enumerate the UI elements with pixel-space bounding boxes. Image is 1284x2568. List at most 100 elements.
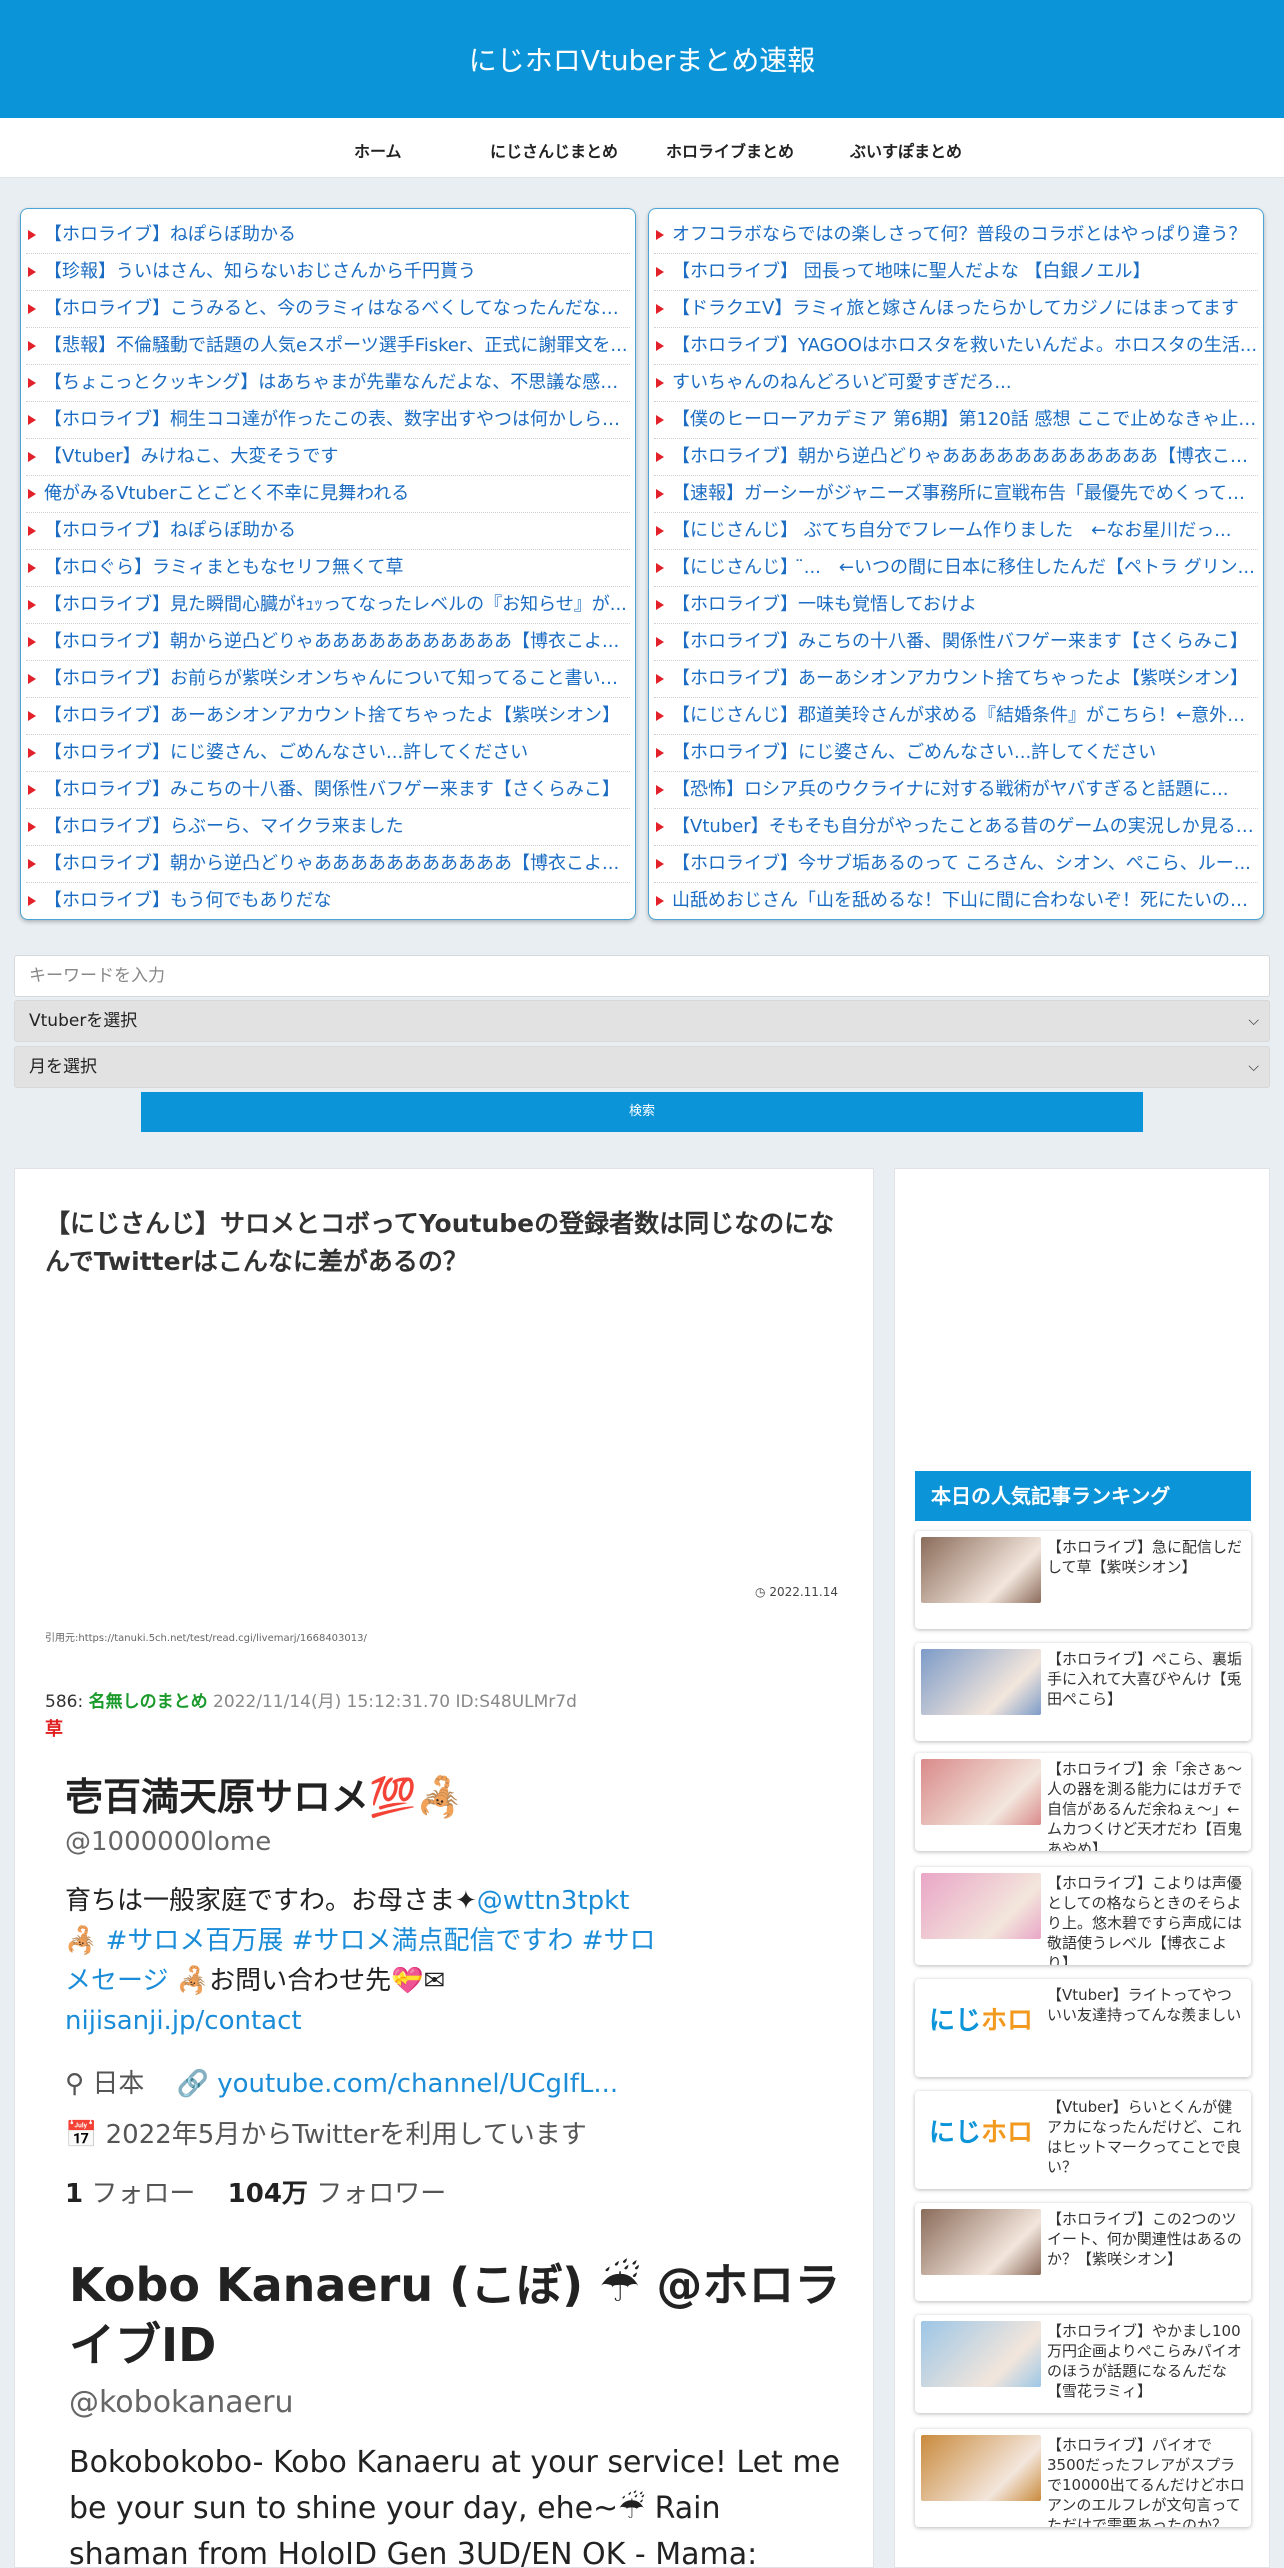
antenna-link[interactable]: 【ホロライブ】ねぽらぼ助かる [26,217,630,254]
bio-link-contact[interactable]: nijisanji.jp/contact [65,2006,302,2036]
antenna-link[interactable]: 【ホロライブ】みこちの十八番、関係性バフゲー来ます【さくらみこ】 [654,624,1258,661]
antenna-link[interactable]: 【恐怖】ロシア兵のウクライナに対する戦術がヤバすぎると話題に... [654,772,1258,809]
antenna-link[interactable]: 山舐めおじさん「山を舐めるな！下山に間に合わないぞ！死にたいのか... [654,883,1258,919]
clock-icon: ◷ [755,1585,766,1599]
month-select[interactable]: 月を選択 ⌵ [14,1046,1270,1088]
antenna-link[interactable]: 【ホロライブ】みこちの十八番、関係性バフゲー来ます【さくらみこ】 [26,772,630,809]
ranking-thumbnail [921,2435,1041,2501]
ranking-item[interactable]: 【ホロライブ】こよりは声優としての格ならときのそらより上。悠木碧ですら声成には敬… [915,1867,1251,1965]
profile-joined-row: 📅 2022年5月からTwitterを利用しています [65,2114,845,2151]
ranking-thumbnail [921,2209,1041,2275]
ranking-item[interactable]: 【ホロライブ】急に配信しだして草【紫咲シオン】 [915,1531,1251,1629]
nav-nijisanji[interactable]: にじさんじまとめ [490,138,618,162]
site-title[interactable]: にじホロVtuberまとめ速報 [469,39,815,79]
chevron-down-icon: ⌵ [1248,1059,1259,1075]
post-number: 586: [45,1692,84,1712]
antenna-link[interactable]: 【ホロぐら】ラミィまともなセリフ無くて草 [26,550,630,587]
antenna-link[interactable]: 【ホロライブ】にじ婆さん、ごめんなさい...許してください [26,735,630,772]
ranking-item[interactable]: 【ホロライブ】やかまし100万円企画よりぺこらみパイオのほうが話題になるんだな【… [915,2315,1251,2413]
nav-bar: ホーム にじさんじまとめ ホロライブまとめ ぶいすぽまとめ [0,118,1284,178]
antenna-link[interactable]: 【速報】ガーシーがジャニーズ事務所に宣戦布告「最優先でめくってい... [654,476,1258,513]
antenna-link[interactable]: 【ホロライブ】一味も覚悟しておけよ [654,587,1258,624]
antenna-link[interactable]: 【ホロライブ】YAGOOはホロスタを救いたいんだよ。ホロスタの生活... [654,328,1258,365]
antenna-link[interactable]: 【ホロライブ】あーあシオンアカウント捨てちゃったよ【紫咲シオン】 [654,661,1258,698]
logo-part-holo: ホロ [981,2005,1034,2036]
antenna-box-left: 【ホロライブ】ねぽらぼ助かる 【珍報】ういはさん、知らないおじさんから千円貰う 【ホ… [20,208,636,920]
profile-bio: 育ちは一般家庭ですわ。お母さま✦@wttn3tpkt 🦂 #サロメ百万展 #サロ… [65,1881,665,2041]
ranking-item[interactable]: にじ ホロ 【Vtuber】らいとくんが健アカになったんだけど、これはヒットマークっ… [915,2091,1251,2189]
antenna-link[interactable]: 【ホロライブ】朝から逆凸どりゃあああああああああああ【博衣こよ... [26,846,630,883]
ranking-item-title: 【ホロライブ】急に配信しだして草【紫咲シオン】 [1047,1538,1243,1576]
antenna-link[interactable]: すいちゃんのねんどろいど可愛すぎだろ... [654,365,1258,402]
antenna-link[interactable]: 【ホロライブ】こうみると、今のラミィはなるべくしてなったんだなぁ... [26,291,630,328]
nav-home[interactable]: ホーム [354,138,402,162]
antenna-link[interactable]: 【にじさんじ】郡道美玲さんが求める『結婚条件』がこちら！←意外に... [654,698,1258,735]
ranking-item[interactable]: 【ホロライブ】余「余さぁ～ 人の器を測る能力にはガチで自信があるんだ余ねぇ～」←… [915,1753,1251,1851]
antenna-link[interactable]: 【にじさんじ】 ̈... ←いつの間に日本に移住したんだ【ペトラ グリン... [654,550,1258,587]
antenna-link[interactable]: 【ドラクエV】ラミィ旅と嫁さんほったらかしてカジノにはまってます [654,291,1258,328]
post-name: 名無しのまとめ [88,1692,208,1712]
bio-text-3: 🦂お問い合わせ先💝✉ [168,1966,446,1996]
antenna-link[interactable]: 【ホロライブ】にじ婆さん、ごめんなさい...許してください [654,735,1258,772]
ranking-item[interactable]: にじ ホロ 【Vtuber】ライトってやつ いい友達持ってんな羨ましい [915,1979,1251,2077]
antenna-link[interactable]: 【ホロライブ】桐生ココ達が作ったこの表、数字出すやつは何かしら振... [26,402,630,439]
profile-joined: 2022年5月からTwitterを利用しています [105,2120,587,2150]
ranking-thumbnail [921,1537,1041,1603]
ranking-item-title: 【ホロライブ】パイオで3500だったフレアがスプラで10000出てるんだけどホロ… [1047,2436,1245,2527]
antenna-link[interactable]: 【ホロライブ】もう何でもありだな [26,883,630,919]
search-button[interactable]: 検索 [141,1092,1143,1132]
antenna-link[interactable]: 俺がみるVtuberことごとく不幸に見舞われる [26,476,630,513]
antenna-link[interactable]: 【珍報】ういはさん、知らないおじさんから千円貰う [26,254,630,291]
antenna-link[interactable]: 【僕のヒーローアカデミア 第6期】第120話 感想 ここで止めなきゃ止ま... [654,402,1258,439]
antenna-link[interactable]: 【にじさんじ】 ぶてち自分でフレーム作りました ←なお星川だっ... [654,513,1258,550]
following-label[interactable]: フォロー [91,2179,195,2209]
ranking-title: 本日の人気記事ランキング [915,1471,1251,1521]
profile-counts: 1 フォロー 104万 フォロワー [65,2173,845,2210]
vtuber-select[interactable]: Vtuberを選択 ⌵ [14,1000,1270,1042]
antenna-link[interactable]: オフコラボならではの楽しさって何？普段のコラボとはやっぱり違う？ [654,217,1258,254]
article-main: 【にじさんじ】サロメとコボってYoutubeの登録者数は同じなのになんでTwit… [14,1168,874,2568]
ranking-item-title: 【ホロライブ】こよりは声優としての格ならときのそらより上。悠木碧ですら声成には敬… [1047,1874,1243,1965]
month-select-value: 月を選択 [29,1057,97,1077]
source-link[interactable]: https://tanuki.5ch.net/test/read.cgi/liv… [78,1633,367,1644]
logo-part-niji: にじ [928,2005,981,2036]
profile-name: Kobo Kanaeru (こぼ) ☔ @ホロライブID [69,2258,841,2372]
vtuber-select-value: Vtuberを選択 [29,1011,138,1031]
logo-part-niji: にじ [928,2117,981,2148]
ranking-thumbnail: にじ ホロ [921,1985,1041,2051]
antenna-link[interactable]: 【悲報】不倫騒動で話題の人気eスポーツ選手Fisker、正式に謝罪文を... [26,328,630,365]
followers-label[interactable]: フォロワー [316,2179,446,2209]
ranking-item[interactable]: 【ホロライブ】パイオで3500だったフレアがスプラで10000出てるんだけどホロ… [915,2429,1251,2527]
bio-link-mention[interactable]: @wttn3tpkt [477,1886,630,1916]
article-date: 2022.11.14 [769,1585,839,1599]
antenna-link[interactable]: 【ホロライブ】らぶーら、マイクラ来ました [26,809,630,846]
ranking-item[interactable]: 【ホロライブ】ぺこら、裏垢手に入れて大喜びやんけ【兎田ぺこら】 [915,1643,1251,1741]
nav-vspo[interactable]: ぶいすぽまとめ [850,138,962,162]
search-input[interactable]: キーワードを入力 [14,955,1270,997]
antenna-link[interactable]: 【Vtuber】みけねこ、大変そうです [26,439,630,476]
antenna-link[interactable]: 【Vtuber】そもそも自分がやったことある昔のゲームの実況しか見る気... [654,809,1258,846]
ranking-thumbnail [921,1759,1041,1825]
antenna-link[interactable]: 【ホロライブ】今サブ垢あるのって ころさん、シオン、ぺこら、ルー... [654,846,1258,883]
profile-bio: Bokobokobo- Kobo Kanaeru at your service… [69,2445,841,2568]
ranking-item-title: 【ホロライブ】やかまし100万円企画よりぺこらみパイオのほうが話題になるんだな【… [1047,2322,1242,2400]
profile-meta-row: ⚲ 日本 🔗 youtube.com/channel/UCgIfL... [65,2063,845,2100]
nav-hololive[interactable]: ホロライブまとめ [666,138,794,162]
tweet-profile-salome: 壱百満天原サロメ💯🦂 @1000000lome 育ちは一般家庭ですわ。お母さま✦… [65,1773,845,2210]
profile-handle: @kobokanaeru [69,2385,294,2420]
profile-handle: @1000000lome [65,1827,272,1857]
ranking-item[interactable]: 【ホロライブ】この2つのツイート、何か関連性はあるのか？【紫咲シオン】 [915,2203,1251,2301]
antenna-link[interactable]: 【ホロライブ】ねぽらぼ助かる [26,513,630,550]
antenna-link[interactable]: 【ホロライブ】あーあシオンアカウント捨てちゃったよ【紫咲シオン】 [26,698,630,735]
antenna-link[interactable]: 【ホロライブ】朝から逆凸どりゃあああああああああああ【博衣こよ... [26,624,630,661]
antenna-link[interactable]: 【ホロライブ】朝から逆凸どりゃああああああああああああ【博衣こよ... [654,439,1258,476]
antenna-link[interactable]: 【ホロライブ】見た瞬間心臓がｷｭｯってなったレベルの『お知らせ』が... [26,587,630,624]
antenna-link[interactable]: 【ちょこっとクッキング】はあちゃまが先輩なんだよな、不思議な感覚... [26,365,630,402]
followers-count: 104万 [227,2179,308,2209]
ranking-thumbnail [921,1649,1041,1715]
antenna-link[interactable]: 【ホロライブ】 団長って地味に聖人だよな 【白銀ノエル】 [654,254,1258,291]
post-body: 草 [45,1719,63,1740]
antenna-link[interactable]: 【ホロライブ】お前らが紫咲シオンちゃんについて知ってること書いて... [26,661,630,698]
profile-name: 壱百満天原サロメ💯🦂 [65,1775,464,1819]
profile-url[interactable]: youtube.com/channel/UCgIfL... [217,2069,618,2099]
